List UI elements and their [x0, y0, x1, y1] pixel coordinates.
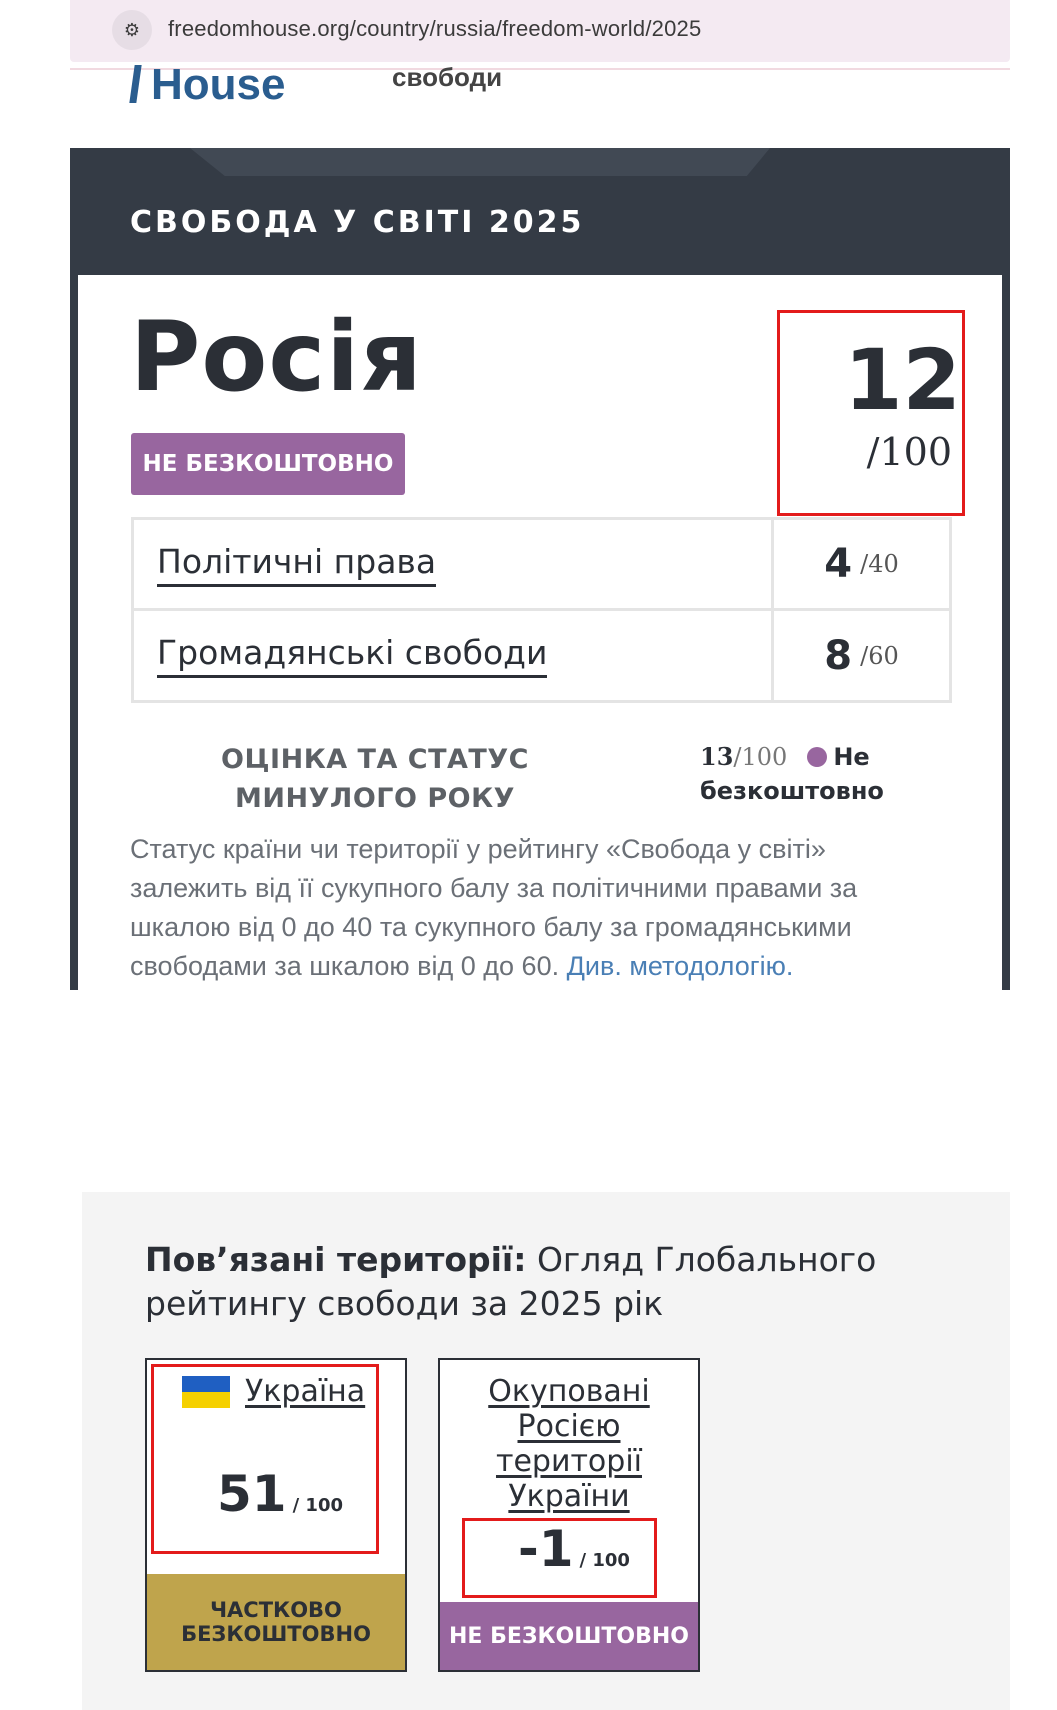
- url-text[interactable]: freedomhouse.org/country/russia/freedom-…: [168, 16, 701, 42]
- header-nav-fragment[interactable]: свободи: [392, 62, 502, 93]
- political-rights-score: 4: [824, 541, 853, 587]
- previous-score-out-of: /100: [733, 743, 788, 771]
- methodology-note: Статус країни чи території у рейтингу «С…: [130, 830, 930, 986]
- logo-mark: [129, 65, 142, 103]
- territory-card-occupied[interactable]: Окуповані Росією території України -1/ 1…: [438, 1358, 700, 1672]
- address-bar[interactable]: ⚙ freedomhouse.org/country/russia/freedo…: [70, 0, 1010, 62]
- total-score: 12: [844, 331, 961, 429]
- methodology-link[interactable]: Див. методологію.: [567, 951, 794, 981]
- related-title: Пов’язані території: Огляд Глобального р…: [145, 1238, 945, 1326]
- territory-status: НЕ БЕЗКОШТОВНО: [440, 1602, 698, 1670]
- logo-text: House: [151, 60, 286, 109]
- total-score-out-of: /100: [866, 430, 952, 474]
- panel-tab-decoration: [190, 148, 770, 176]
- ukraine-score-highlight: [151, 1364, 379, 1554]
- related-title-bold: Пов’язані території:: [145, 1240, 527, 1279]
- subscores-table: Політичні права 4/40 Громадянські свобод…: [131, 517, 952, 703]
- subscore-row-civil-liberties: Громадянські свободи 8/60: [134, 611, 949, 700]
- status-dot-icon: [807, 747, 828, 767]
- civil-liberties-link[interactable]: Громадянські свободи: [157, 633, 548, 678]
- territory-status: ЧАСТКОВО БЕЗКОШТОВНО: [147, 1574, 405, 1670]
- country-name: Росія: [130, 301, 423, 413]
- political-rights-out-of: /40: [860, 550, 899, 578]
- tune-icon[interactable]: ⚙: [112, 10, 152, 50]
- status-badge: НЕ БЕЗКОШТОВНО: [131, 433, 405, 495]
- site-logo[interactable]: House: [129, 58, 286, 112]
- previous-score-value: 13: [700, 742, 734, 771]
- previous-year-label: ОЦІНКА ТА СТАТУС МИНУЛОГО РОКУ: [221, 744, 529, 814]
- territory-name-link[interactable]: Окуповані Росією території України: [440, 1374, 698, 1514]
- previous-year-score: 13/100 Не безкоштовно: [700, 740, 910, 808]
- civil-liberties-score: 8: [824, 632, 853, 679]
- occupied-score-highlight: [462, 1518, 657, 1598]
- section-title: СВОБОДА У СВІТІ 2025: [130, 205, 585, 240]
- political-rights-link[interactable]: Політичні права: [157, 542, 437, 587]
- subscore-row-political-rights: Політичні права 4/40: [134, 520, 949, 611]
- civil-liberties-out-of: /60: [860, 641, 899, 670]
